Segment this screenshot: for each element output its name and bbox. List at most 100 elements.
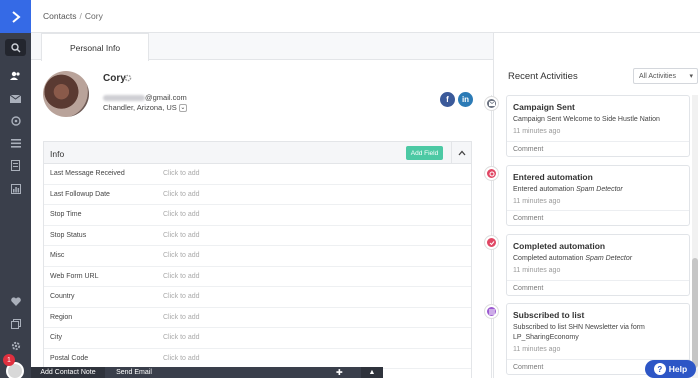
info-row: Last Message Received Click to add [44,164,471,185]
envelope-icon [485,97,498,110]
comment-link[interactable]: Comment [507,280,689,296]
email-redacted [103,95,145,102]
pages-icon[interactable] [5,315,26,332]
activity-description: Entered automation Spam Detector [513,186,623,193]
field-label: City [50,334,63,341]
help-button[interactable]: ? Help [645,360,696,378]
info-row: City Click to add [44,328,471,349]
breadcrumb-current: Cory [84,11,103,21]
settings-gear-icon[interactable] [5,337,26,354]
comment-link[interactable]: Comment [507,210,689,226]
contact-name: Cory [103,73,126,84]
info-row: Last Followup Date Click to add [44,185,471,205]
info-row: Stop Time Click to add [44,205,471,226]
activity-card: Completed automation Completed automatio… [506,234,690,296]
activity-description-line2: LP_SharingEconomy [513,334,579,341]
contact-settings-gear-icon[interactable] [124,74,132,84]
scrollbar-thumb[interactable] [692,258,698,368]
field-label: Region [50,313,73,321]
comment-link[interactable]: Comment [507,141,689,157]
field-label: Country [50,293,75,300]
contact-location[interactable]: Chandler, Arizona, US ⌄ [103,103,187,113]
field-label: Stop Time [50,211,82,218]
activity-description: Campaign Sent Welcome to Side Hustle Nat… [513,116,660,123]
activity-time: 11 minutes ago [513,198,561,205]
field-label: Last Followup Date [50,190,110,198]
chevron-down-icon: ▾ [689,73,693,80]
field-label: Misc [50,252,65,259]
recent-activities-title: Recent Activities [508,71,578,82]
automation-complete-icon [485,236,498,249]
chevron-down-icon[interactable]: ⌄ [178,104,187,113]
collapse-button[interactable] [451,142,472,163]
activity-title: Entered automation [513,172,593,182]
contacts-icon[interactable] [5,67,26,84]
scrollbar[interactable] [692,95,698,378]
heart-icon[interactable] [5,293,26,310]
activity-card: Entered automation Entered automation Sp… [506,165,690,226]
left-nav-rail [0,0,31,378]
field-value[interactable]: Click to add [163,232,200,239]
send-email-button[interactable]: Send Email [109,367,159,378]
bottom-action-bar: Add Contact Note Send Email ✚ ▲ [31,367,383,378]
add-contact-note-button[interactable]: Add Contact Note [31,367,105,378]
facebook-icon[interactable]: f [440,92,455,107]
activity-description: Subscribed to list SHN Newsletter via fo… [513,324,645,331]
lists-icon[interactable] [5,135,26,152]
automations-icon[interactable] [5,112,26,129]
top-header: Contacts / Cory [31,0,700,33]
field-value[interactable]: Click to add [163,273,200,280]
search-icon[interactable] [5,39,26,56]
info-panel-header: Info Add Field [44,142,471,164]
field-label: Postal Code [50,354,89,362]
campaigns-icon[interactable] [5,90,26,107]
expand-icon[interactable]: ✚ [336,368,343,377]
question-icon: ? [653,363,666,375]
breadcrumb: Contacts / Cory [43,11,103,21]
field-value[interactable]: Click to add [163,211,200,218]
app-logo-icon[interactable] [0,0,31,33]
activity-time: 11 minutes ago [513,267,561,274]
activity-description: Completed automation Spam Detector [513,255,633,262]
activity-title: Subscribed to list [513,310,585,320]
list-subscribe-icon [485,305,498,318]
activity-time: 11 minutes ago [513,128,561,135]
info-panel-title: Info [50,149,65,159]
field-value[interactable]: Click to add [163,252,200,259]
tab-bar: Personal Info [31,33,493,61]
activity-filter-select[interactable]: All Activities ▾ [633,68,698,84]
field-value[interactable]: Click to add [163,191,200,198]
notification-badge[interactable]: 1 [3,354,15,366]
field-value[interactable]: Click to add [163,355,200,362]
field-value[interactable]: Click to add [163,170,200,177]
linkedin-icon[interactable]: in [458,92,473,107]
field-value[interactable]: Click to add [163,314,200,321]
chevron-up-icon[interactable]: ▲ [361,367,383,378]
breadcrumb-contacts-link[interactable]: Contacts [43,11,77,21]
info-row: Stop Status Click to add [44,226,471,246]
add-field-button[interactable]: Add Field [406,146,443,160]
field-label: Stop Status [50,231,87,239]
field-label: Last Message Received [50,170,125,177]
info-row: Country Click to add [44,287,471,308]
tab-personal-info[interactable]: Personal Info [41,33,149,61]
automation-enter-icon [485,167,498,180]
activity-card: Campaign Sent Campaign Sent Welcome to S… [506,95,690,157]
field-value[interactable]: Click to add [163,334,200,341]
contact-avatar [43,71,89,117]
activity-title: Campaign Sent [513,102,575,112]
field-label: Web Form URL [50,272,99,280]
breadcrumb-separator: / [79,11,82,21]
activity-title: Completed automation [513,241,606,251]
contact-email[interactable]: @gmail.com [103,93,187,102]
panel-divider [493,33,494,378]
chevron-up-icon [458,150,466,155]
info-row: Region Click to add [44,308,471,328]
reports-icon[interactable] [5,180,26,197]
activity-time: 11 minutes ago [513,346,561,353]
info-panel: Info Add Field Last Message Received Clic… [43,141,472,378]
field-value[interactable]: Click to add [163,293,200,300]
forms-icon[interactable] [5,157,26,174]
info-row: Web Form URL Click to add [44,267,471,287]
info-row: Postal Code Click to add [44,349,471,369]
